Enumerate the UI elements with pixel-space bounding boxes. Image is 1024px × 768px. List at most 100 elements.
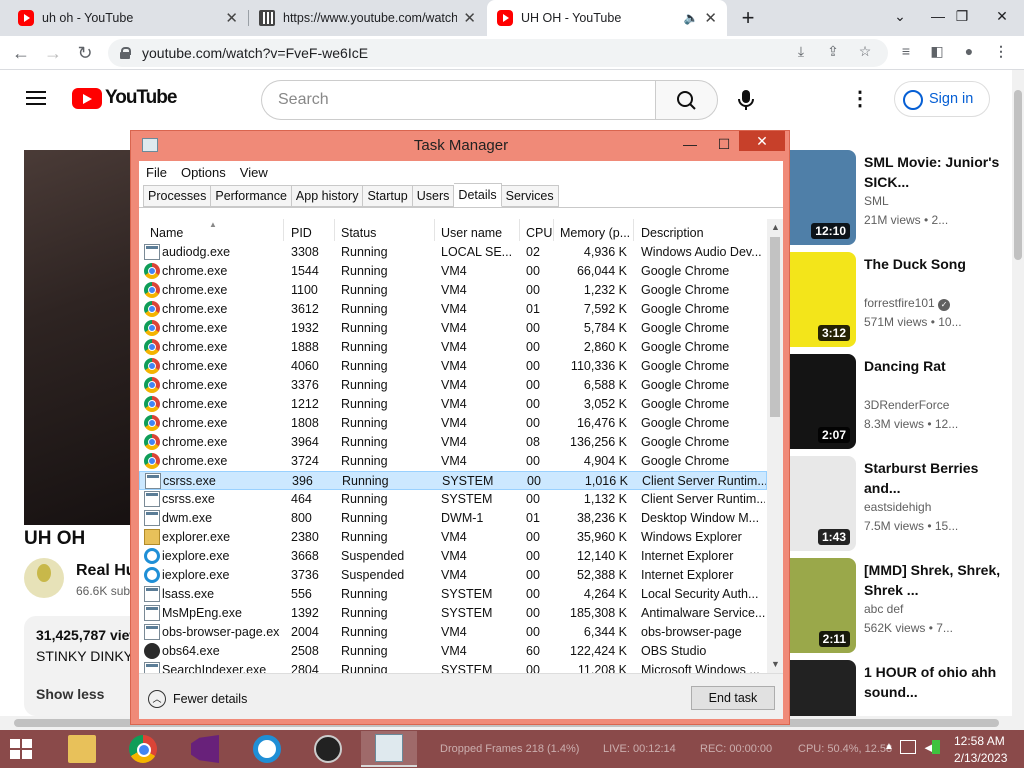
table-scrollbar[interactable]: ▲ ▼ xyxy=(767,219,783,673)
taskbar-internet-explorer[interactable] xyxy=(239,731,295,767)
table-row[interactable]: chrome.exe 1888 Running VM4 00 2,860 K Google … xyxy=(139,338,767,357)
column-divider[interactable] xyxy=(283,219,284,241)
side-panel-icon[interactable]: ◧ xyxy=(926,40,948,62)
sign-in-button[interactable]: Sign in xyxy=(894,81,990,117)
browser-tab-2[interactable]: https://www.youtube.com/watch ✕ xyxy=(249,0,486,36)
recommended-title[interactable]: 1 HOUR of ohio ahh sound... xyxy=(864,662,1014,702)
table-row[interactable]: csrss.exe 396 Running SYSTEM 00 1,016 K Client… xyxy=(139,471,767,490)
tm-minimize-button[interactable]: — xyxy=(677,133,703,155)
start-windows-icon[interactable] xyxy=(10,739,32,759)
menu-view[interactable]: View xyxy=(240,165,268,180)
recommended-channel[interactable]: forrestfire101 ✓ xyxy=(864,296,951,311)
bookmark-star-icon[interactable]: ☆ xyxy=(854,40,876,62)
clock-date[interactable]: 2/13/2023 xyxy=(954,751,1007,765)
recommended-video[interactable]: 2:11 [MMD] Shrek, Shrek, Shrek ... abc def… xyxy=(788,558,1024,653)
video-thumbnail[interactable]: 2:11 xyxy=(788,558,856,653)
share-icon[interactable]: ⇪ xyxy=(822,40,844,62)
table-row[interactable]: iexplore.exe 3668 Suspended VM4 00 12,140 K In… xyxy=(139,547,767,566)
speaker-icon[interactable]: 🔈 xyxy=(683,11,698,25)
video-thumbnail[interactable]: 2:07 xyxy=(788,354,856,449)
table-row[interactable]: lsass.exe 556 Running SYSTEM 00 4,264 K Local … xyxy=(139,585,767,604)
tab-details[interactable]: Details xyxy=(454,183,502,207)
taskbar-task-manager[interactable] xyxy=(361,731,417,767)
tab-processes[interactable]: Processes xyxy=(143,185,212,207)
taskbar-chrome[interactable] xyxy=(115,731,171,767)
table-row[interactable]: chrome.exe 1212 Running VM4 00 3,052 K Google … xyxy=(139,395,767,414)
youtube-logo[interactable]: YouTube xyxy=(72,87,177,109)
tm-maximize-button[interactable]: ☐ xyxy=(711,133,737,155)
col-status-header[interactable]: Status xyxy=(341,226,431,240)
recommended-channel[interactable]: SML xyxy=(864,194,889,208)
table-row[interactable]: SearchIndexer.exe 2804 Running SYSTEM 00 11,2… xyxy=(139,661,767,673)
show-less-button[interactable]: Show less xyxy=(36,686,104,702)
tab-performance[interactable]: Performance xyxy=(211,185,292,207)
col-pid-header[interactable]: PID xyxy=(291,226,331,240)
page-scrollbar[interactable] xyxy=(1012,70,1024,730)
channel-avatar[interactable] xyxy=(24,558,64,598)
chrome-menu-icon[interactable]: ⋮ xyxy=(990,40,1012,62)
table-row[interactable]: iexplore.exe 3736 Suspended VM4 00 52,388 K In… xyxy=(139,566,767,585)
table-row[interactable]: MsMpEng.exe 1392 Running SYSTEM 00 185,308 K A… xyxy=(139,604,767,623)
tab-users[interactable]: Users xyxy=(412,185,455,207)
forward-button[interactable]: → xyxy=(40,40,66,66)
table-row[interactable]: chrome.exe 1100 Running VM4 00 1,232 K Google … xyxy=(139,281,767,300)
video-thumbnail[interactable]: 3:12 xyxy=(788,252,856,347)
table-row[interactable]: chrome.exe 3724 Running VM4 00 4,904 K Google … xyxy=(139,452,767,471)
close-window-button[interactable]: ✕ xyxy=(982,0,1022,32)
tm-close-button[interactable]: ✕ xyxy=(739,131,785,151)
scroll-thumb[interactable] xyxy=(770,237,780,417)
new-tab-button[interactable]: + xyxy=(728,2,768,34)
table-row[interactable]: chrome.exe 3964 Running VM4 08 136,256 K Googl… xyxy=(139,433,767,452)
col-description-header[interactable]: Description xyxy=(641,226,761,240)
menu-file[interactable]: File xyxy=(146,165,167,180)
recommended-video[interactable]: 3:12 The Duck Song forrestfire101 ✓ 571M vi… xyxy=(788,252,1024,347)
recommended-title[interactable]: The Duck Song xyxy=(864,254,1014,294)
table-row[interactable]: chrome.exe 1544 Running VM4 00 66,044 K Google… xyxy=(139,262,767,281)
tab-services[interactable]: Services xyxy=(501,185,559,207)
fewer-details-link[interactable]: Fewer details xyxy=(173,692,247,706)
column-divider[interactable] xyxy=(334,219,335,241)
menu-options[interactable]: Options xyxy=(181,165,226,180)
settings-menu-icon[interactable]: ⋮ xyxy=(850,88,870,110)
address-bar[interactable]: youtube.com/watch?v=FveF-we6IcE xyxy=(108,39,888,67)
taskbar-visual-studio[interactable] xyxy=(177,731,233,767)
browser-tab-3[interactable]: UH OH - YouTube 🔈 ✕ xyxy=(487,0,727,36)
tab-close-icon[interactable]: ✕ xyxy=(463,9,476,27)
tab-search-chevron-icon[interactable]: ⌄ xyxy=(880,0,920,32)
recommended-title[interactable]: SML Movie: Junior's SICK... xyxy=(864,152,1014,192)
battery-icon[interactable] xyxy=(932,740,940,754)
profile-avatar-icon[interactable]: ● xyxy=(958,40,980,62)
back-button[interactable]: ← xyxy=(8,40,34,66)
table-row[interactable]: explorer.exe 2380 Running VM4 00 35,960 K Wind… xyxy=(139,528,767,547)
table-row[interactable]: obs64.exe 2508 Running VM4 60 122,424 K OBS St… xyxy=(139,642,767,661)
hamburger-menu-icon[interactable] xyxy=(26,91,46,105)
col-user-header[interactable]: User name xyxy=(441,226,516,240)
table-row[interactable]: obs-browser-page.exe 2004 Running VM4 00 6,34… xyxy=(139,623,767,642)
video-thumbnail[interactable]: 12:10 xyxy=(788,150,856,245)
recommended-channel[interactable]: 3DRenderForce xyxy=(864,398,949,412)
end-task-button[interactable]: End task xyxy=(691,686,775,710)
scroll-up-icon[interactable]: ▲ xyxy=(771,222,780,232)
recommended-video[interactable]: 2:07 Dancing Rat 3DRenderForce 8.3M views •… xyxy=(788,354,1024,449)
search-input[interactable]: Search xyxy=(261,80,655,120)
network-icon[interactable] xyxy=(900,740,916,754)
tab-close-icon[interactable]: ✕ xyxy=(225,9,238,27)
tab-app-history[interactable]: App history xyxy=(291,185,364,207)
table-row[interactable]: chrome.exe 1932 Running VM4 00 5,784 K Google … xyxy=(139,319,767,338)
table-row[interactable]: chrome.exe 3376 Running VM4 00 6,588 K Google … xyxy=(139,376,767,395)
media-control-icon[interactable]: ≡ xyxy=(895,40,917,62)
table-row[interactable]: chrome.exe 3612 Running VM4 01 7,592 K Google … xyxy=(139,300,767,319)
recommended-channel[interactable]: abc def xyxy=(864,602,903,616)
column-divider[interactable] xyxy=(633,219,634,241)
search-button[interactable] xyxy=(655,80,718,120)
clock-time[interactable]: 12:58 AM xyxy=(954,734,1005,748)
table-row[interactable]: audiodg.exe 3308 Running LOCAL SE... 02 4,936… xyxy=(139,243,767,262)
recommended-title[interactable]: [MMD] Shrek, Shrek, Shrek ... xyxy=(864,560,1014,600)
table-row[interactable]: csrss.exe 464 Running SYSTEM 00 1,132 K Client… xyxy=(139,490,767,509)
reload-button[interactable]: ↻ xyxy=(72,40,98,66)
scroll-down-icon[interactable]: ▼ xyxy=(771,659,780,669)
tab-close-icon[interactable]: ✕ xyxy=(704,9,717,27)
browser-tab-1[interactable]: uh oh - YouTube ✕ xyxy=(8,0,248,36)
taskbar-file-explorer[interactable] xyxy=(54,731,110,767)
table-row[interactable]: chrome.exe 1808 Running VM4 00 16,476 K Google… xyxy=(139,414,767,433)
